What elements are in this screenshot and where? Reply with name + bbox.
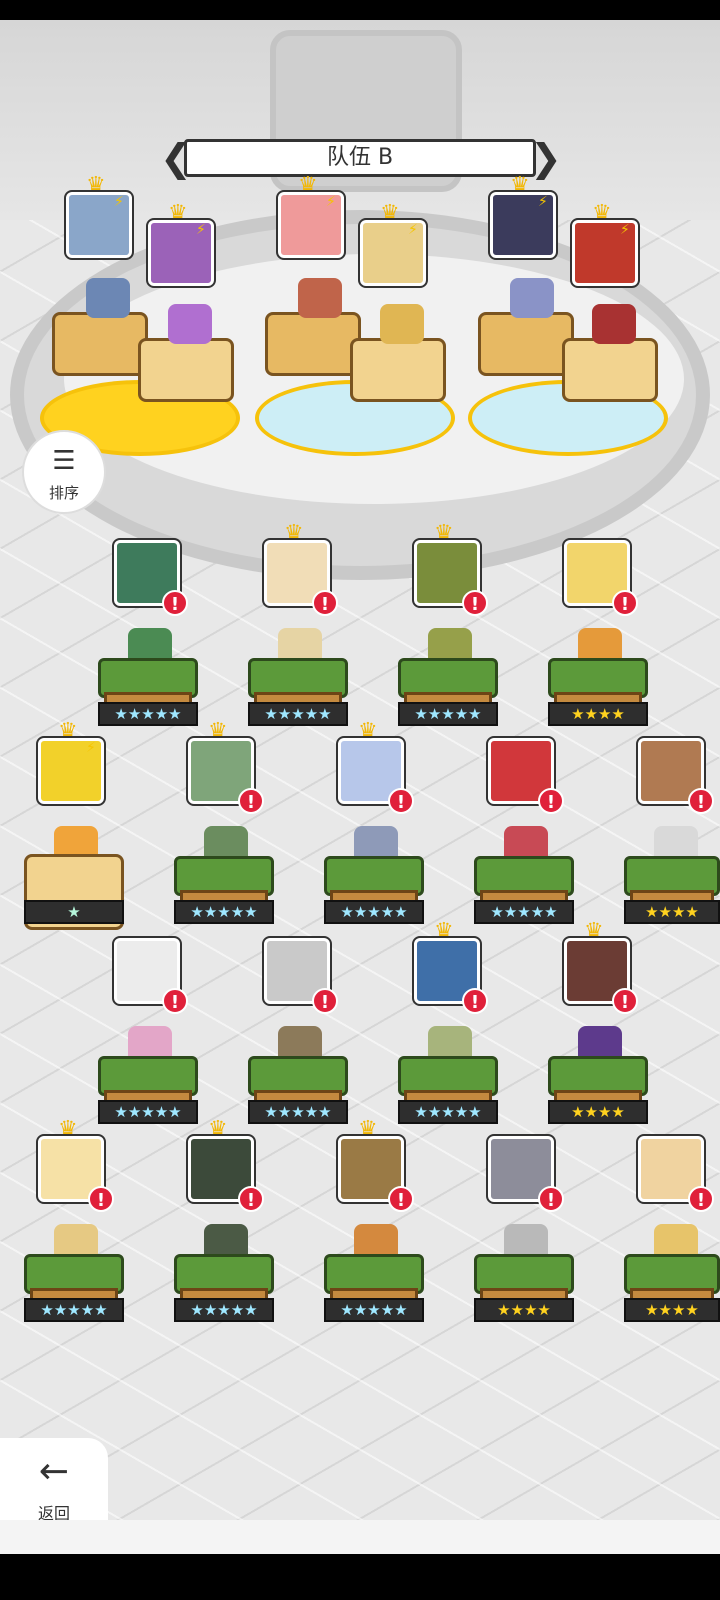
hero-sprite[interactable] bbox=[510, 278, 554, 318]
alert-icon: ! bbox=[688, 788, 714, 814]
star-rating: ★★★★★ bbox=[474, 900, 574, 924]
sort-button[interactable]: ☰ 排序 bbox=[22, 430, 106, 514]
alert-icon: ! bbox=[88, 1186, 114, 1212]
stage-block[interactable] bbox=[265, 312, 361, 376]
bolt-icon: ⚡ bbox=[620, 222, 630, 238]
alert-icon: ! bbox=[238, 1186, 264, 1212]
alert-icon: ! bbox=[538, 788, 564, 814]
alert-icon: ! bbox=[388, 788, 414, 814]
alert-icon: ! bbox=[538, 1186, 564, 1212]
star-rating: ★★★★★ bbox=[398, 1100, 498, 1124]
alert-icon: ! bbox=[162, 590, 188, 616]
star-rating: ★★★★ bbox=[624, 900, 720, 924]
star-rating: ★★★★★ bbox=[324, 900, 424, 924]
alert-icon: ! bbox=[162, 988, 188, 1014]
team-title: 队伍 B bbox=[184, 139, 536, 177]
stage-block[interactable] bbox=[350, 338, 446, 402]
alert-icon: ! bbox=[462, 590, 488, 616]
star-rating: ★★★★★ bbox=[248, 702, 348, 726]
star-rating: ★★★★★ bbox=[98, 1100, 198, 1124]
alert-icon: ! bbox=[612, 988, 638, 1014]
sort-label: 排序 bbox=[48, 484, 79, 502]
alert-icon: ! bbox=[312, 988, 338, 1014]
star-rating: ★★★★★ bbox=[248, 1100, 348, 1124]
sort-icon: ☰ bbox=[52, 446, 76, 476]
bolt-icon: ⚡ bbox=[408, 222, 418, 238]
star-rating: ★★★★★ bbox=[98, 702, 198, 726]
star-rating: ★★★★ bbox=[474, 1298, 574, 1322]
bottom-strip bbox=[0, 1520, 720, 1554]
star-rating: ★★★★★ bbox=[398, 702, 498, 726]
star-rating: ★★★★★ bbox=[174, 900, 274, 924]
star-rating: ★★★★ bbox=[624, 1298, 720, 1322]
bolt-icon: ⚡ bbox=[114, 194, 124, 210]
star-rating: ★★★★ bbox=[548, 702, 648, 726]
navigation-bar bbox=[0, 1554, 720, 1600]
hero-sprite[interactable] bbox=[592, 304, 636, 344]
star-rating: ★★★★★ bbox=[324, 1298, 424, 1322]
hero-sprite[interactable] bbox=[380, 304, 424, 344]
status-bar bbox=[0, 0, 720, 20]
team-selector: ❮ 队伍 B ❯ bbox=[160, 135, 562, 183]
hero-sprite[interactable] bbox=[86, 278, 130, 318]
arrow-left-icon: ← bbox=[38, 1451, 70, 1492]
bolt-icon: ⚡ bbox=[196, 222, 206, 238]
back-label: 返回 bbox=[37, 1504, 70, 1520]
bolt-icon: ⚡ bbox=[86, 740, 96, 756]
stage-block[interactable] bbox=[562, 338, 658, 402]
star-rating: ★★★★ bbox=[548, 1100, 648, 1124]
alert-icon: ! bbox=[688, 1186, 714, 1212]
chevron-right-icon[interactable]: ❯ bbox=[530, 135, 562, 183]
stage-block[interactable] bbox=[138, 338, 234, 402]
alert-icon: ! bbox=[312, 590, 338, 616]
hero-sprite[interactable] bbox=[298, 278, 342, 318]
bolt-icon: ⚡ bbox=[538, 194, 548, 210]
alert-icon: ! bbox=[462, 988, 488, 1014]
star-rating: ★★★★★ bbox=[174, 1298, 274, 1322]
stage-block[interactable] bbox=[52, 312, 148, 376]
playfield: ❮ 队伍 B ❯ ♛ ⚡ ♛ ⚡ ♛ ⚡ ♛ ⚡ ♛ ⚡ ♛ ⚡ ☰ 排序 ! … bbox=[0, 20, 720, 1520]
star-rating: ★ bbox=[24, 900, 124, 924]
bolt-icon: ⚡ bbox=[326, 194, 336, 210]
alert-icon: ! bbox=[388, 1186, 414, 1212]
hero-sprite[interactable] bbox=[168, 304, 212, 344]
alert-icon: ! bbox=[612, 590, 638, 616]
stage-block[interactable] bbox=[478, 312, 574, 376]
back-button[interactable]: ← 返回 bbox=[0, 1438, 108, 1520]
alert-icon: ! bbox=[238, 788, 264, 814]
star-rating: ★★★★★ bbox=[24, 1298, 124, 1322]
